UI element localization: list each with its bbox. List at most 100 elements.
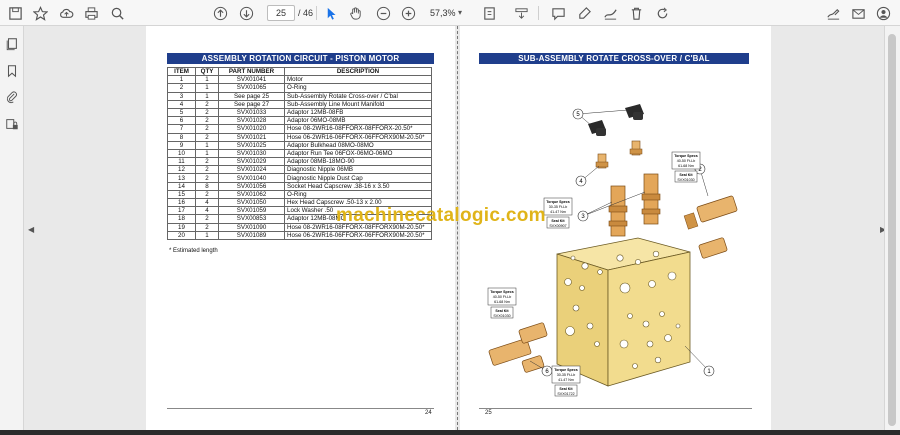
pages-thumbnail-icon[interactable] [4, 36, 20, 52]
part-number-cell: SVX01056 [218, 181, 285, 191]
item-cell: 9 [167, 140, 196, 150]
item-cell: 12 [167, 165, 196, 175]
navigation-panel [0, 26, 24, 435]
qty-cell: 2 [195, 165, 219, 175]
item-cell: 3 [167, 91, 196, 101]
document-page-left: ASSEMBLY ROTATION CIRCUIT - PISTON MOTOR… [146, 26, 455, 430]
hand-pan-icon[interactable] [346, 4, 364, 22]
part-number-cell: SVX01062 [218, 189, 285, 200]
comment-icon[interactable] [549, 4, 567, 22]
layers-lock-icon[interactable] [4, 116, 20, 132]
email-icon[interactable] [849, 4, 867, 22]
qty-cell: 2 [195, 173, 219, 183]
spec-text: Torque Specs [546, 200, 570, 204]
description-cell: Diagnostic Nipple 06MB [284, 165, 432, 175]
zoom-out-icon[interactable] [374, 4, 392, 22]
print-icon[interactable] [82, 4, 100, 22]
callout-bubble: 5 [572, 108, 584, 120]
item-cell: 17 [167, 206, 196, 216]
spec-text: SVX00907 [549, 224, 566, 228]
part-number-cell: SVX01041 [218, 75, 285, 85]
taskbar-strip [0, 430, 900, 435]
zoom-in-icon[interactable] [399, 4, 417, 22]
select-cursor-icon[interactable] [322, 4, 340, 22]
item-cell: 1 [167, 75, 196, 85]
table-row: 4 2 See page 27 Sub-Assembly Line Mount Man… [167, 99, 432, 109]
spec-text: 30-35 Ft-Lb [557, 373, 576, 377]
page-title: ASSEMBLY ROTATION CIRCUIT - PISTON MOTOR [167, 53, 434, 64]
item-cell: 7 [167, 124, 196, 134]
part-number-cell: SVX01030 [218, 148, 285, 159]
callout-bubble: 1 [703, 365, 715, 377]
scrollbar-thumb[interactable] [888, 34, 896, 426]
footer-rule [167, 408, 434, 409]
part-number-cell: SVX00853 [218, 214, 285, 224]
zoom-level-input[interactable]: 57,3% [426, 5, 462, 21]
item-cell: 5 [167, 107, 196, 118]
qty-cell: 1 [195, 83, 219, 93]
footer-rule [479, 408, 752, 409]
qty-cell: 4 [195, 197, 219, 208]
description-cell: Hose 06-2WR16-06FFORX-06FFORX90M-20.50* [284, 132, 432, 142]
column-header: ITEM [167, 66, 196, 77]
table-row: 12 2 SVX01024 Diagnostic Nipple 06MB [167, 165, 432, 175]
table-row: 1 1 SVX01041 Motor [167, 75, 432, 85]
qty-cell: 1 [195, 91, 219, 101]
torque-spec-box: Torque Specs30-35 Ft-Lb41-47 Nm Seal KitS… [551, 365, 581, 397]
table-row: 13 2 SVX01040 Diagnostic Nipple Dust Cap [167, 173, 432, 183]
part-number-cell: SVX01059 [218, 206, 285, 216]
callout-bubble: 4 [575, 175, 587, 187]
account-icon[interactable] [874, 4, 892, 22]
highlight-pen-icon[interactable] [575, 4, 593, 22]
document-page-right: SUB-ASSEMBLY ROTATE CROSS-OVER / C'BAL 1… [460, 26, 771, 430]
dust-cap [588, 104, 644, 136]
sign-icon[interactable] [824, 4, 842, 22]
item-cell: 4 [167, 99, 196, 109]
save-icon[interactable] [6, 4, 24, 22]
description-cell: Adaptor Bulkhead 08MO-08MO [284, 140, 432, 150]
watermark-text: machinecatalogic.com [336, 205, 546, 226]
bookmarks-icon[interactable] [4, 63, 20, 79]
item-cell: 14 [167, 181, 196, 191]
qty-cell: 2 [195, 116, 219, 126]
manifold-block [556, 237, 691, 387]
column-header: PART NUMBER [218, 66, 285, 77]
description-cell: Sub-Assembly Line Mount Manifold [284, 99, 432, 109]
qty-cell: 2 [195, 214, 219, 224]
spec-text: 40-50 Ft-Lb [677, 159, 696, 163]
page-number-input[interactable]: 25 [267, 5, 295, 21]
diagnostic-nipple [595, 140, 643, 169]
vertical-scrollbar[interactable] [884, 26, 900, 435]
torque-spec-box: Torque Specs40-50 Ft-Lb61-68 Nm Seal KitS… [487, 287, 517, 319]
bookmark-star-icon[interactable] [31, 4, 49, 22]
table-row: 5 2 SVX01033 Adaptor 12MB-08FB [167, 107, 432, 118]
column-header: QTY [195, 66, 219, 77]
delete-icon[interactable] [627, 4, 645, 22]
table-row: 2 1 SVX01065 O-Ring [167, 83, 432, 93]
part-number-cell: See page 25 [218, 91, 285, 101]
description-cell: Hose 06-2WR16-06FFORX-06FFORX90M-20.50* [284, 230, 432, 240]
page-up-icon[interactable] [211, 4, 229, 22]
cloud-upload-icon[interactable] [57, 4, 75, 22]
zoom-search-icon[interactable] [108, 4, 126, 22]
spec-text: Torque Specs [490, 290, 514, 294]
item-cell: 11 [167, 157, 196, 167]
draw-icon[interactable] [601, 4, 619, 22]
fit-page-icon[interactable] [480, 4, 498, 22]
table-row: 20 1 SVX01089 Hose 06-2WR16-06FFORX-06FFORX… [167, 230, 432, 240]
rotate-icon[interactable] [653, 4, 671, 22]
qty-cell: 2 [195, 99, 219, 109]
spec-text: 40-50 Ft-Lb [493, 295, 512, 299]
toolbar-separator [538, 6, 539, 20]
zoom-dropdown-icon[interactable]: ▾ [458, 5, 468, 21]
description-cell: Adaptor 12MB-08FB [284, 107, 432, 118]
scroll-mode-icon[interactable] [512, 4, 530, 22]
page-down-icon[interactable] [237, 4, 255, 22]
spec-text: Seal Kit [559, 387, 573, 391]
part-number-cell: SVX01029 [218, 157, 285, 167]
attachments-icon[interactable] [4, 89, 20, 105]
description-cell: Hose 08-2WR16-08FFORX-08FFORX-20.50* [284, 124, 432, 134]
collapse-panel-left-icon[interactable]: ◀ [28, 225, 34, 234]
description-cell: Sub-Assembly Rotate Cross-over / C'bal [284, 91, 432, 101]
description-cell: Diagnostic Nipple Dust Cap [284, 173, 432, 183]
